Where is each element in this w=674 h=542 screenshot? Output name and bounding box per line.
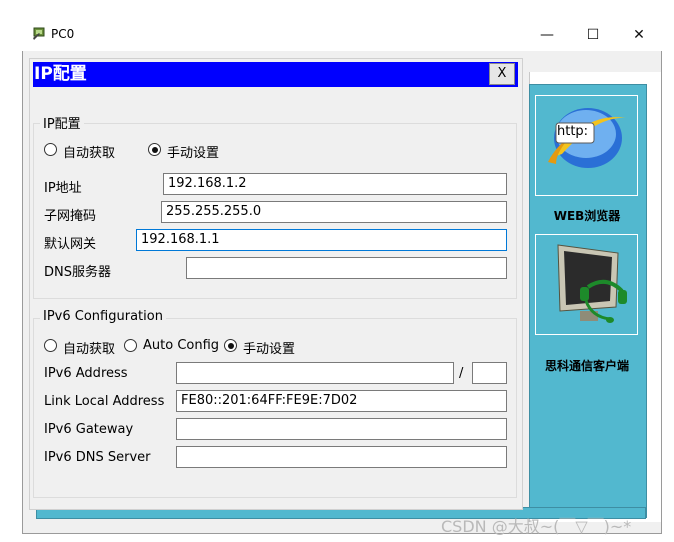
web-browser-tile[interactable]: http: bbox=[535, 95, 638, 196]
ipv4-legend: IP配置 bbox=[40, 113, 84, 132]
ipv6-gateway-input[interactable] bbox=[176, 418, 507, 440]
ipv6-static-label[interactable]: 手动设置 bbox=[243, 338, 295, 357]
dialog-title: IP配置 bbox=[34, 64, 87, 84]
dialog-title-bar bbox=[33, 62, 518, 87]
web-browser-icon-text: http: bbox=[557, 124, 589, 139]
ipv4-dhcp-label[interactable]: 自动获取 bbox=[63, 142, 115, 161]
dns-server-input[interactable] bbox=[186, 257, 507, 279]
prefix-separator: / bbox=[459, 366, 464, 381]
link-local-input[interactable]: FE80::201:64FF:FE9E:7D02 bbox=[176, 390, 507, 412]
default-gateway-input[interactable]: 192.168.1.1 bbox=[136, 229, 507, 251]
subnet-mask-label: 子网掩码 bbox=[44, 209, 97, 224]
window-title: PC0 bbox=[51, 27, 75, 41]
ipv6-static-radio[interactable] bbox=[224, 339, 237, 352]
minimize-button[interactable]: — bbox=[524, 20, 570, 51]
ipv6-autoconfig-label[interactable]: Auto Config bbox=[143, 338, 219, 353]
dialog-close-button[interactable]: X bbox=[489, 63, 515, 85]
ipv6-address-label: IPv6 Address bbox=[44, 366, 128, 381]
subnet-mask-input[interactable]: 255.255.255.0 bbox=[161, 201, 507, 223]
ipv6-dns-label: IPv6 DNS Server bbox=[44, 450, 151, 465]
communicator-label[interactable]: 思科通信客户端 bbox=[530, 357, 644, 374]
ipv6-dns-input[interactable] bbox=[176, 446, 507, 468]
ipv4-dhcp-radio[interactable] bbox=[44, 143, 57, 156]
ipv6-legend: IPv6 Configuration bbox=[40, 309, 166, 324]
ipv6-dhcp-radio[interactable] bbox=[44, 339, 57, 352]
ipv6-dhcp-label[interactable]: 自动获取 bbox=[63, 338, 115, 357]
ipv6-address-input[interactable] bbox=[176, 362, 454, 384]
default-gateway-label: 默认网关 bbox=[44, 237, 97, 252]
ip-address-label: IP地址 bbox=[44, 181, 82, 196]
ipv6-prefix-input[interactable] bbox=[472, 362, 507, 384]
ipv4-static-label[interactable]: 手动设置 bbox=[167, 142, 219, 161]
csdn-watermark: CSDN @大叔~(￣▽￣)~* bbox=[441, 517, 632, 536]
web-browser-icon bbox=[548, 108, 626, 168]
window-close-button[interactable]: ✕ bbox=[616, 20, 662, 51]
web-browser-label[interactable]: WEB浏览器 bbox=[530, 207, 644, 224]
link-local-label: Link Local Address bbox=[44, 394, 165, 409]
maximize-button[interactable]: ☐ bbox=[570, 20, 616, 51]
ipv4-static-radio[interactable] bbox=[148, 143, 161, 156]
dns-server-label: DNS服务器 bbox=[44, 265, 111, 280]
packet-tracer-pc-icon bbox=[31, 26, 47, 42]
ipv6-gateway-label: IPv6 Gateway bbox=[44, 422, 134, 437]
ip-address-input[interactable]: 192.168.1.2 bbox=[163, 173, 507, 195]
communicator-tile[interactable] bbox=[535, 234, 638, 335]
communicator-icon bbox=[557, 244, 627, 323]
ipv6-autoconfig-radio[interactable] bbox=[124, 339, 137, 352]
